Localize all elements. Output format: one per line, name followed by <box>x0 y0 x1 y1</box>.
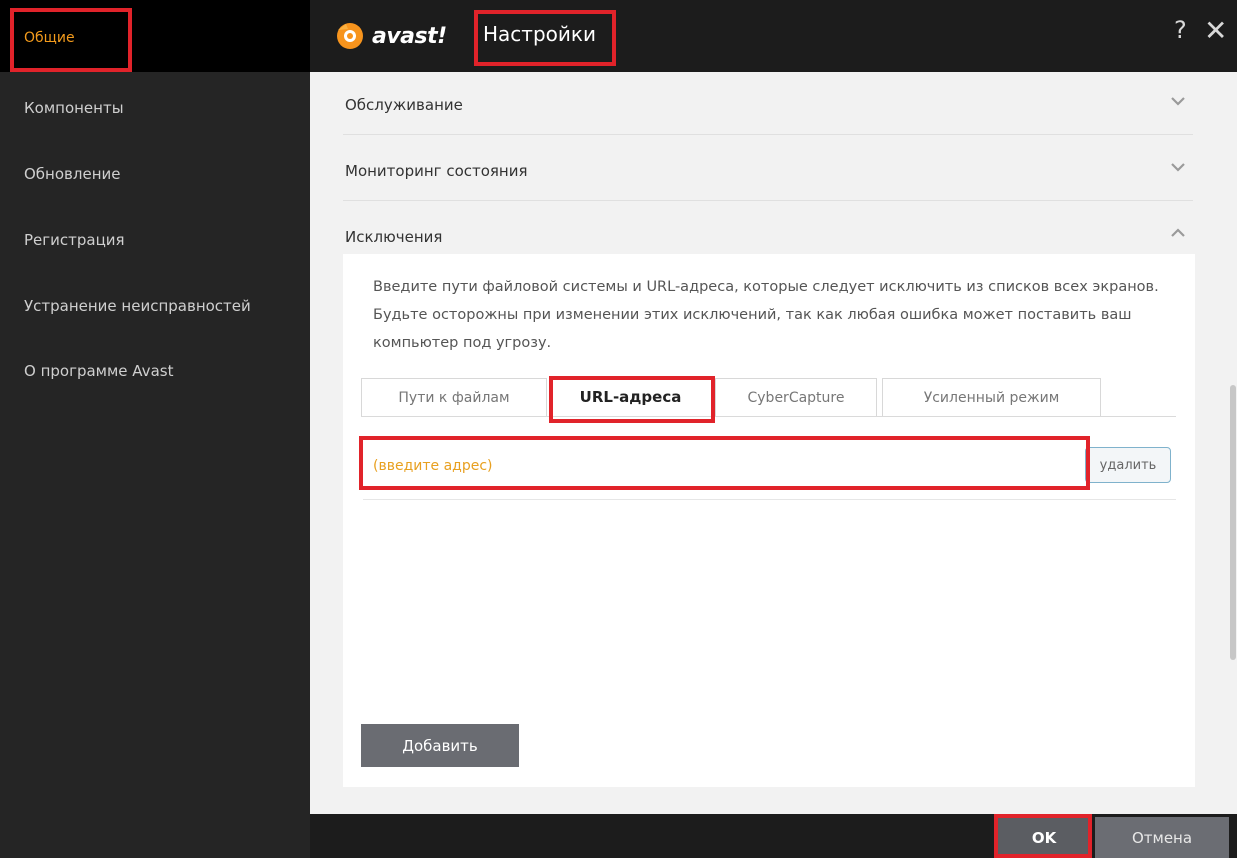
tab-file-paths[interactable]: Пути к файлам <box>361 378 547 416</box>
chevron-down-icon[interactable] <box>1171 94 1185 110</box>
avast-logo: avast! <box>334 20 447 52</box>
section-label: Мониторинг состояния <box>345 162 528 180</box>
avast-logo-icon <box>337 23 363 49</box>
tabs-divider <box>361 416 1176 417</box>
tab-cybercapture[interactable]: CyberCapture <box>715 378 877 416</box>
window-title: Настройки <box>483 22 596 46</box>
ok-button[interactable]: OK <box>998 817 1090 858</box>
chevron-up-icon[interactable] <box>1171 226 1185 242</box>
add-button[interactable]: Добавить <box>361 724 519 767</box>
delete-button[interactable]: удалить <box>1085 447 1171 483</box>
logo-text: avast! <box>372 23 447 49</box>
chevron-down-icon[interactable] <box>1171 160 1185 176</box>
section-label: Обслуживание <box>345 96 463 114</box>
sidebar-item-components[interactable]: Компоненты <box>24 99 124 117</box>
section-status-monitoring[interactable]: Мониторинг состояния <box>343 140 1193 201</box>
row-divider <box>363 499 1176 500</box>
section-label: Исключения <box>345 228 443 246</box>
sidebar-item-troubleshooting[interactable]: Устранение неисправностей <box>24 297 251 315</box>
help-icon[interactable]: ? <box>1174 16 1187 44</box>
sidebar-item-general[interactable]: Общие <box>0 0 310 72</box>
sidebar-item-update[interactable]: Обновление <box>24 165 120 183</box>
tab-url-addresses[interactable]: URL-адреса <box>553 378 708 416</box>
exclusions-description: Введите пути файловой системы и URL-адре… <box>373 279 1159 351</box>
tab-hardened-mode[interactable]: Усиленный режим <box>882 378 1101 416</box>
sidebar-item-label: Общие <box>24 30 75 46</box>
title-bar <box>310 0 1237 72</box>
sidebar-item-registration[interactable]: Регистрация <box>24 231 125 249</box>
sidebar-item-about[interactable]: О программе Avast <box>24 362 173 380</box>
url-address-input[interactable] <box>363 447 1085 485</box>
cancel-button[interactable]: Отмена <box>1095 817 1229 858</box>
close-icon[interactable]: ✕ <box>1204 14 1227 47</box>
scrollbar-thumb[interactable] <box>1230 385 1236 660</box>
section-maintenance[interactable]: Обслуживание <box>343 74 1193 135</box>
sidebar: Общие Компоненты Обновление Регистрация … <box>0 0 310 858</box>
